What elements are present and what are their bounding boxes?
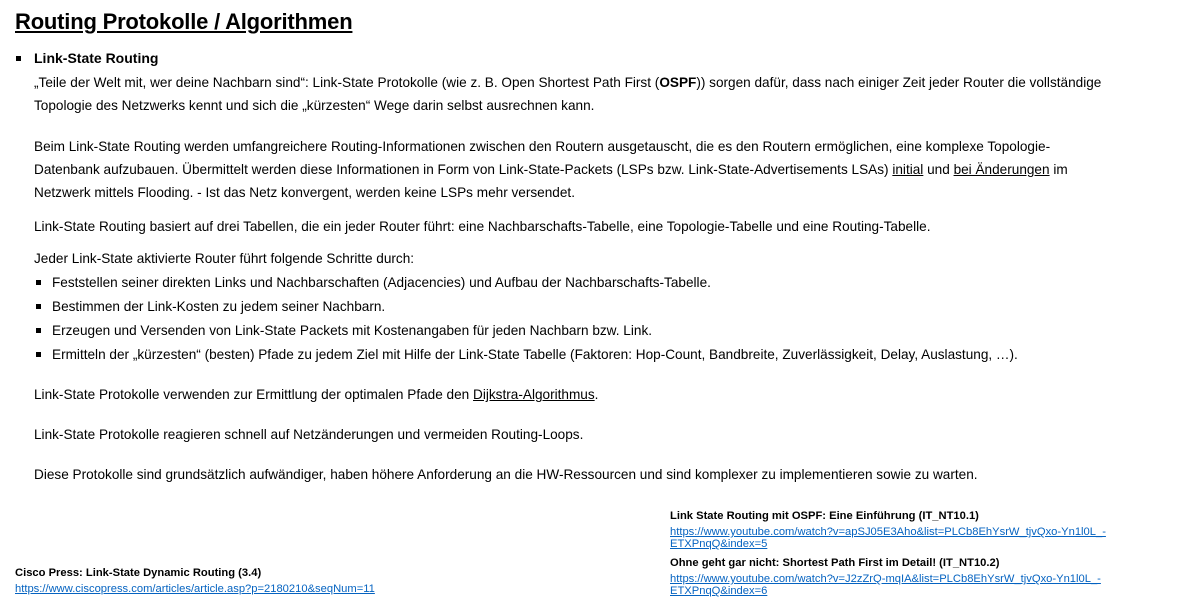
- reference-link[interactable]: https://www.youtube.com/watch?v=apSJ05E3…: [670, 526, 1106, 550]
- complexity-paragraph: Diese Protokolle sind grundsätzlich aufw…: [34, 467, 978, 482]
- step-item: Feststellen seiner direkten Links und Na…: [52, 275, 711, 290]
- dijkstra-text-b: .: [594, 387, 599, 402]
- tables-paragraph: Link-State Routing basiert auf drei Tabe…: [34, 219, 931, 234]
- page-title: Routing Protokolle / Algorithmen: [15, 9, 353, 34]
- dijkstra-text-a: Link-State Protokolle verwenden zur Ermi…: [34, 387, 474, 402]
- intro-paragraph: „Teile der Welt mit, wer deine Nachbarn …: [34, 71, 1179, 117]
- step-bullet-icon: [36, 280, 41, 285]
- lsp-paragraph: Beim Link-State Routing werden umfangrei…: [34, 135, 1179, 204]
- lsp-text-line2b: im: [1049, 162, 1068, 177]
- reference-url-line2[interactable]: ETXPnqQ&index=5: [670, 538, 767, 550]
- changes-term: bei Änderungen: [953, 162, 1050, 177]
- step-bullet-icon: [36, 352, 41, 357]
- reference-url-line2[interactable]: ETXPnqQ&index=6: [670, 585, 767, 597]
- step-item: Erzeugen und Versenden von Link-State Pa…: [52, 323, 653, 338]
- dijkstra-link[interactable]: Dijkstra-Algorithmus: [473, 387, 595, 402]
- intro-text-b: )) sorgen dafür, dass nach einiger Zeit …: [696, 75, 1102, 90]
- initial-term: initial: [892, 162, 924, 177]
- ospf-term: OSPF: [659, 75, 697, 90]
- reference-url-line1[interactable]: https://www.youtube.com/watch?v=J2zZrQ-m…: [670, 573, 1101, 585]
- bullet-square-icon: [16, 56, 21, 61]
- step-bullet-icon: [36, 304, 41, 309]
- reaction-paragraph: Link-State Protokolle reagieren schnell …: [34, 427, 584, 442]
- reference-title: Ohne geht gar nicht: Shortest Path First…: [670, 557, 1000, 569]
- step-item: Ermitteln der „kürzesten“ (besten) Pfade…: [52, 347, 1018, 362]
- section-heading: Link-State Routing: [34, 50, 159, 66]
- step-bullet-icon: [36, 328, 41, 333]
- lsp-text-line2a: Datenbank aufzubauen. Übermittelt werden…: [34, 162, 893, 177]
- reference-link[interactable]: https://www.ciscopress.com/articles/arti…: [15, 583, 375, 595]
- steps-intro: Jeder Link-State aktivierte Router führt…: [34, 251, 415, 266]
- intro-text-a: „Teile der Welt mit, wer deine Nachbarn …: [34, 75, 660, 90]
- lsp-text-and: und: [923, 162, 954, 177]
- dijkstra-paragraph: Link-State Protokolle verwenden zur Ermi…: [34, 383, 1179, 406]
- lsp-text-line3: Netzwerk mittels Flooding. - Ist das Net…: [34, 185, 575, 200]
- reference-title: Link State Routing mit OSPF: Eine Einfüh…: [670, 510, 979, 522]
- reference-title: Cisco Press: Link-State Dynamic Routing …: [15, 567, 262, 579]
- step-item: Bestimmen der Link-Kosten zu jedem seine…: [52, 299, 386, 314]
- reference-url-line1[interactable]: https://www.youtube.com/watch?v=apSJ05E3…: [670, 526, 1106, 538]
- reference-link[interactable]: https://www.youtube.com/watch?v=J2zZrQ-m…: [670, 573, 1101, 597]
- intro-text-line2: Topologie des Netzwerks kennt und sich d…: [34, 98, 595, 113]
- lsp-text-line1: Beim Link-State Routing werden umfangrei…: [34, 139, 1051, 154]
